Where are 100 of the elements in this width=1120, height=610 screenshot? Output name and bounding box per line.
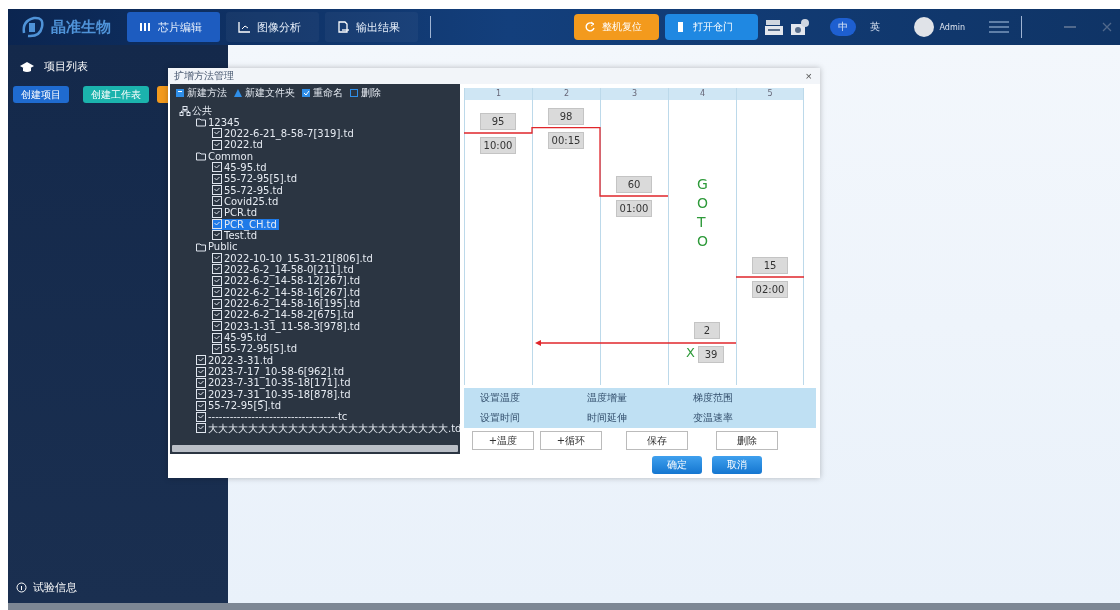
file-icon [212,162,222,173]
step-action-button[interactable]: +循环 [540,431,602,450]
sidebar-button[interactable]: 创建项目 [13,86,69,103]
tree-item[interactable]: Public [196,241,240,253]
dialog-title: 扩增方法管理 [174,69,234,83]
checkbox-icon [301,88,311,98]
step-action-button[interactable]: 删除 [716,431,778,450]
step-action-button[interactable]: 保存 [626,431,688,450]
chart-icon [238,21,250,33]
refresh-icon [583,21,596,33]
avatar[interactable] [913,17,934,37]
file-icon [196,366,206,377]
parameter-label: 温度增量 [586,391,628,405]
tree-item[interactable]: 2023-1-31_11-58-3[978].td [212,320,363,332]
folder-icon [196,241,206,252]
file-icon [212,207,222,218]
tree-item[interactable]: 2022-6-2_14-58-16[267].td [212,286,363,298]
file-icon [212,173,222,184]
language-option[interactable]: 中 [829,18,856,36]
tree-item[interactable]: 2022-6-2_14-58-0[211].td [212,264,356,275]
tree-item[interactable]: 2023-7-31_10-35-18[878].td [196,388,353,400]
horizontal-scrollbar[interactable] [172,445,458,452]
temperature-box[interactable]: 15 [752,257,788,274]
tree-item[interactable]: 12345 [196,116,242,128]
temperature-box[interactable]: 95 [480,113,516,130]
sidebar-footer-label[interactable]: 试验信息 [33,580,77,595]
nav-tab[interactable]: 图像分析 [226,12,319,42]
file-icon [212,196,222,207]
tree-item[interactable]: 55-72-95[5].td [212,343,299,355]
logo-icon [20,15,46,39]
tree-item[interactable]: PCR.td [212,207,260,219]
dialog-button[interactable]: 确定 [652,456,702,474]
goto-target-box[interactable]: 2 [694,322,720,339]
tree-toolbar-button[interactable]: 新建方法 [175,86,227,100]
time-box[interactable]: 01:00 [616,200,652,217]
dialog-button[interactable]: 取消 [712,456,762,474]
file-icon [212,230,222,241]
tree-item[interactable]: PCR_CH.td [212,218,279,230]
temperature-box[interactable]: 60 [616,176,652,193]
tree-item[interactable]: 公共 [180,105,214,117]
tree-item[interactable]: 2022-3-31.td [196,354,276,366]
tree-item[interactable]: Common [196,150,256,162]
tree-item[interactable]: 大大大大大大大大大大大大大大大大大大大大大大大大.td [196,422,460,434]
new-file-icon [175,88,185,98]
cycle-mark: X [686,345,695,360]
folder-icon [196,117,206,127]
file-icon [212,219,222,230]
file-icon [212,185,222,196]
sidebar-button[interactable] [157,86,168,103]
tree-item[interactable]: 2022-6-21_8-58-7[319].td [212,127,356,139]
parameter-label: 时间延伸 [586,411,628,425]
file-icon [212,287,222,298]
minimize-icon [1064,26,1076,28]
tree-item[interactable]: ------------------------------------tc [196,411,350,423]
column-header: 5 [737,88,803,100]
tree-item[interactable]: 55-72-95[5].td [196,400,283,412]
time-box[interactable]: 02:00 [752,281,788,298]
file-icon [212,298,222,309]
bars-icon [139,21,151,33]
tree-item[interactable]: 2023-7-31_10-35-18[171].td [196,377,353,389]
language-option[interactable]: 英 [861,18,888,36]
file-icon [196,377,206,388]
cycles-box[interactable]: 39 [698,346,724,363]
file-icon [212,128,222,139]
tree-toolbar-button[interactable]: 重命名 [301,86,343,100]
goto-letter: O [697,233,709,249]
tree-item[interactable]: 45-95.td [212,161,269,173]
network-icon [180,105,190,116]
tree-item[interactable]: 2022-6-2_14-58-12[267].td [212,275,363,287]
temperature-box[interactable]: 98 [548,107,584,125]
tree-item[interactable]: Test.td [212,229,260,241]
tree-item[interactable]: 2022.td [212,139,265,151]
nav-tab[interactable]: 芯片编辑 [127,12,220,42]
nav-tab[interactable]: 输出结果 [325,12,418,42]
close-button[interactable]: × [805,70,812,82]
user-name[interactable]: Admin [939,22,965,32]
file-icon [212,275,222,286]
file-icon [196,355,206,366]
tree-item[interactable]: Covid25.td [212,195,281,207]
step-action-button[interactable]: +温度 [472,431,534,450]
tree-item[interactable]: 2022-6-2_14-58-16[195].td [212,298,363,309]
file-icon [212,139,222,150]
file-icon [196,400,206,411]
tree-item[interactable]: 55-72-95.td [212,184,285,196]
tree-item[interactable]: 2022-10-10_15-31-21[806].td [212,252,375,264]
goto-letter: O [697,195,709,211]
tree-item[interactable]: 2022-6-2_14-58-2[675].td [212,309,356,321]
tree-item[interactable]: 55-72-95[5].td [212,173,299,185]
tree-toolbar-button[interactable]: 删除 [349,86,381,100]
goto-letter: T [697,214,706,230]
logo-text: 晶准生物 [51,17,111,37]
time-box[interactable]: 00:15 [548,131,584,149]
menu-icon [989,20,1009,34]
tree-toolbar-button[interactable]: 新建文件夹 [233,86,295,100]
time-box[interactable]: 10:00 [480,137,516,154]
parameter-label: 设置温度 [480,391,521,405]
tree-item[interactable]: 2023-7-17_10-58-6[962].td [196,366,347,378]
tree-item[interactable]: 45-95.td [212,332,269,344]
action-button[interactable]: 打开仓门 [664,14,758,40]
file-icon [196,389,206,400]
